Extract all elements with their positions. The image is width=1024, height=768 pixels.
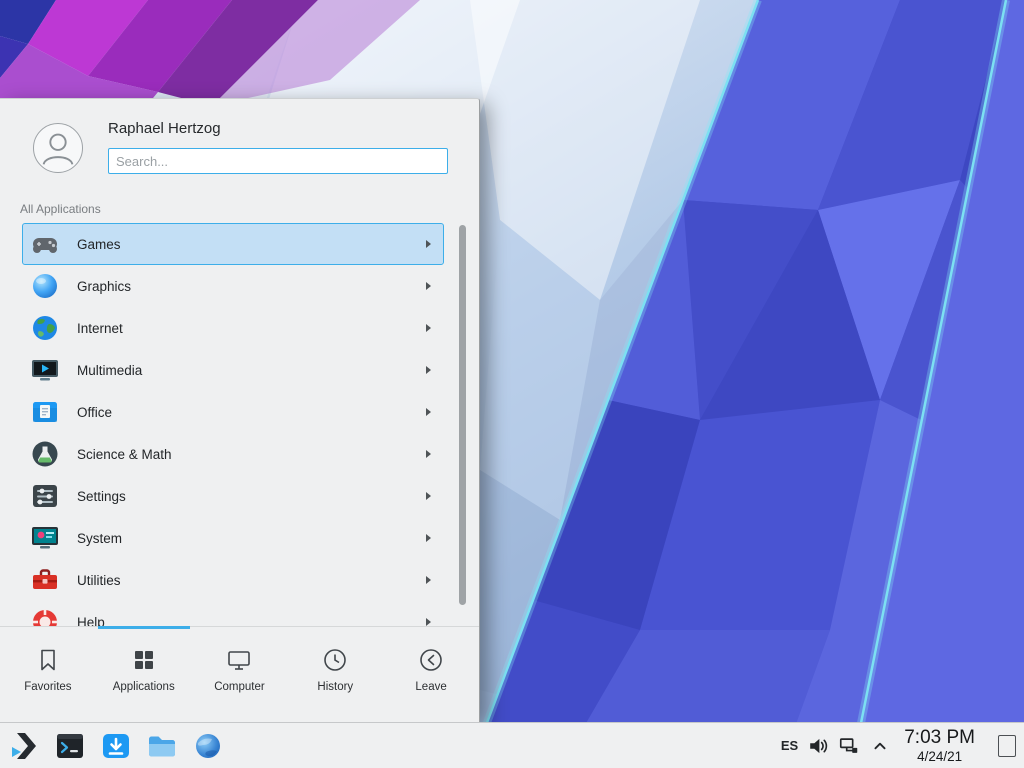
category-list: Games Graphics Internet Multimedia Office Sci…	[0, 223, 458, 627]
utilities-toolbox-icon	[29, 564, 61, 596]
submenu-arrow-icon	[426, 450, 431, 458]
digital-clock[interactable]: 7:03 PM 4/24/21	[904, 727, 975, 763]
category-item-science-math[interactable]: Science & Math	[22, 433, 444, 475]
category-label: Settings	[77, 489, 426, 504]
user-name: Raphael Hertzog	[108, 120, 221, 137]
tab-label: History	[317, 681, 353, 693]
submenu-arrow-icon	[426, 408, 431, 416]
expand-tray-arrow-icon	[869, 735, 891, 757]
category-item-help[interactable]: Help	[22, 601, 444, 627]
settings-sliders-icon	[29, 480, 61, 512]
category-item-graphics[interactable]: Graphics	[22, 265, 444, 307]
app-grid-icon	[130, 646, 158, 674]
submenu-arrow-icon	[426, 576, 431, 584]
taskbar-app-software-center[interactable]	[100, 730, 132, 762]
category-label: Games	[77, 237, 426, 252]
category-item-games[interactable]: Games	[22, 223, 444, 265]
category-label: System	[77, 531, 426, 546]
taskbar-app-file-manager[interactable]	[146, 730, 178, 762]
category-item-office[interactable]: Office	[22, 391, 444, 433]
list-scrollbar[interactable]	[459, 225, 466, 605]
submenu-arrow-icon	[426, 240, 431, 248]
wired-network-tray-button[interactable]	[838, 735, 860, 757]
wired-network-icon	[838, 735, 860, 757]
clock-time: 7:03 PM	[904, 727, 975, 748]
taskbar-app-web-browser[interactable]	[192, 730, 224, 762]
system-tray: ES 7:03 PM 4/24/21	[781, 727, 1024, 763]
tab-label: Applications	[113, 681, 175, 693]
category-label: Multimedia	[77, 363, 426, 378]
category-item-internet[interactable]: Internet	[22, 307, 444, 349]
submenu-arrow-icon	[426, 492, 431, 500]
user-avatar-icon	[34, 124, 82, 172]
multimedia-screen-icon	[29, 354, 61, 386]
application-launcher-button[interactable]	[8, 730, 40, 762]
show-desktop-button[interactable]	[998, 735, 1016, 757]
submenu-arrow-icon	[426, 282, 431, 290]
software-center-icon	[100, 730, 132, 762]
section-label: All Applications	[20, 202, 101, 216]
desktop: Raphael Hertzog All Applications Games Gr…	[0, 0, 1024, 768]
history-clock-icon	[321, 646, 349, 674]
computer-monitor-icon	[225, 646, 253, 674]
category-label: Office	[77, 405, 426, 420]
search-input[interactable]	[108, 148, 448, 174]
graphics-orb-icon	[29, 270, 61, 302]
gamepad-icon	[29, 228, 61, 260]
bookmark-icon	[34, 646, 62, 674]
app-launcher-icon	[8, 730, 40, 762]
tab-leave[interactable]: Leave	[383, 627, 479, 722]
expand-tray-arrow-tray-button[interactable]	[869, 735, 891, 757]
category-label: Graphics	[77, 279, 426, 294]
taskbar-panel: ES 7:03 PM 4/24/21	[0, 722, 1024, 768]
terminal-icon	[54, 730, 86, 762]
application-launcher-menu: Raphael Hertzog All Applications Games Gr…	[0, 98, 480, 722]
keyboard-layout-indicator[interactable]: ES	[781, 738, 798, 753]
tab-history[interactable]: History	[287, 627, 383, 722]
category-item-multimedia[interactable]: Multimedia	[22, 349, 444, 391]
category-label: Science & Math	[77, 447, 426, 462]
leave-icon	[417, 646, 445, 674]
category-item-settings[interactable]: Settings	[22, 475, 444, 517]
tab-applications[interactable]: Applications	[96, 627, 192, 722]
user-avatar[interactable]	[33, 123, 83, 173]
launcher-tab-bar: Favorites Applications Computer History Leav…	[0, 626, 479, 722]
tab-label: Leave	[415, 681, 446, 693]
globe-icon	[29, 312, 61, 344]
submenu-arrow-icon	[426, 366, 431, 374]
science-flask-icon	[29, 438, 61, 470]
category-item-system[interactable]: System	[22, 517, 444, 559]
tab-computer[interactable]: Computer	[192, 627, 288, 722]
file-manager-folder-icon	[146, 730, 178, 762]
help-lifebuoy-icon	[29, 606, 61, 627]
clock-date: 4/24/21	[917, 749, 962, 764]
category-item-utilities[interactable]: Utilities	[22, 559, 444, 601]
active-tab-indicator	[98, 626, 190, 629]
submenu-arrow-icon	[426, 324, 431, 332]
volume-icon	[807, 735, 829, 757]
category-label: Utilities	[77, 573, 426, 588]
submenu-arrow-icon	[426, 618, 431, 626]
taskbar-app-terminal[interactable]	[54, 730, 86, 762]
web-browser-globe-icon	[192, 730, 224, 762]
volume-tray-button[interactable]	[807, 735, 829, 757]
tab-favorites[interactable]: Favorites	[0, 627, 96, 722]
category-label: Internet	[77, 321, 426, 336]
tab-label: Favorites	[24, 681, 71, 693]
office-document-icon	[29, 396, 61, 428]
submenu-arrow-icon	[426, 534, 431, 542]
system-monitor-icon	[29, 522, 61, 554]
tab-label: Computer	[214, 681, 265, 693]
